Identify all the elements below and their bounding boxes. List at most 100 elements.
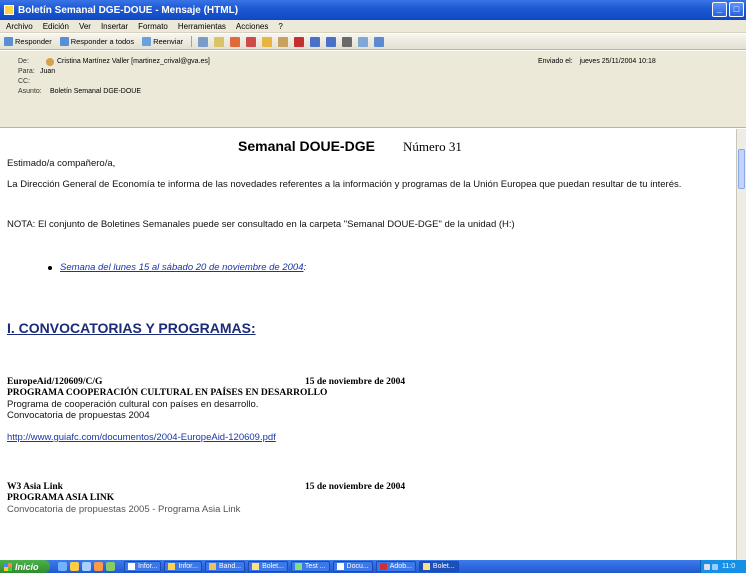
taskbar-item[interactable]: Test ...: [290, 561, 330, 572]
task-label: Bolet...: [432, 563, 455, 570]
subject-row: Asunto: Boletín Semanal DGE-DOUE: [18, 88, 141, 95]
forward-icon: [142, 37, 152, 46]
maximize-button[interactable]: □: [729, 2, 744, 17]
menu-formato[interactable]: Formato: [138, 22, 168, 31]
item1-date: 15 de noviembre de 2004: [305, 377, 406, 387]
task-label: Band...: [218, 563, 242, 570]
move-folder-icon[interactable]: [214, 36, 225, 47]
menu-acciones[interactable]: Acciones: [236, 22, 268, 31]
media-icon[interactable]: [94, 562, 103, 571]
task-label: Infor...: [138, 563, 158, 570]
subject-label: Asunto:: [18, 88, 42, 95]
inbox-icon: [208, 563, 216, 570]
task-label: Docu...: [346, 563, 369, 570]
item1-link[interactable]: http://www.guiafc.com/documentos/2004-Eu…: [7, 432, 276, 443]
week-link[interactable]: Semana del lunes 15 al sábado 20 de novi…: [60, 262, 303, 273]
forward-label: Reenviar: [153, 37, 184, 46]
categories-icon[interactable]: [262, 36, 273, 47]
week-colon: :: [303, 262, 307, 273]
item1-desc: Programa de cooperación cultural con paí…: [7, 399, 259, 410]
item1-title: PROGRAMA COOPERACIÓN CULTURAL EN PAÍSES …: [7, 388, 328, 398]
menu-herramientas[interactable]: Herramientas: [178, 22, 226, 31]
from-value[interactable]: Cristina Martínez Valler [martinez_criva…: [57, 58, 210, 66]
task-label: Adob...: [389, 563, 412, 570]
test-icon: [294, 563, 302, 570]
menu-edicion[interactable]: Edición: [43, 22, 69, 31]
flag-icon[interactable]: [246, 36, 257, 47]
menu-help[interactable]: ?: [278, 22, 282, 31]
sent-info: Enviado el: jueves 25/11/2004 10:18: [538, 58, 656, 65]
taskbar: Inicio Infor... Infor... Band... Bolet..…: [0, 560, 746, 573]
vertical-scrollbar[interactable]: [736, 129, 746, 560]
item1-ref: EuropeAid/120609/C/G: [7, 377, 103, 387]
reply-label: Responder: [15, 37, 52, 46]
taskbar-item[interactable]: Infor...: [124, 561, 162, 572]
taskbar-item-active[interactable]: Bolet...: [418, 561, 459, 572]
print-icon[interactable]: [198, 36, 209, 47]
help-icon[interactable]: [374, 36, 385, 47]
previous-item-icon[interactable]: [310, 36, 321, 47]
reply-all-icon: [59, 37, 69, 46]
message-body[interactable]: Semanal DOUE-DGE Número 31 Estimado/a co…: [0, 129, 736, 560]
item2-ref: W3 Asia Link: [7, 482, 63, 492]
message-header: De: Cristina Martínez Valler [martinez_c…: [0, 51, 746, 128]
item2-title: PROGRAMA ASIA LINK: [7, 493, 115, 503]
reply-all-button[interactable]: Responder a todos: [59, 37, 134, 46]
from-row: De: Cristina Martínez Valler [martinez_c…: [18, 58, 210, 66]
find-contact-icon[interactable]: [278, 36, 289, 47]
next-item-icon[interactable]: [326, 36, 337, 47]
forward-button[interactable]: Reenviar: [142, 37, 183, 46]
system-tray: 11:0: [700, 560, 746, 573]
outlook-icon[interactable]: [82, 562, 91, 571]
tray-volume-icon[interactable]: [712, 563, 718, 570]
font-size-icon[interactable]: [342, 36, 353, 47]
section-heading: I. CONVOCATORIAS Y PROGRAMAS:: [7, 320, 256, 336]
show-desktop-icon[interactable]: [58, 562, 67, 571]
window-title: Boletín Semanal DGE-DOUE - Mensaje (HTML…: [18, 4, 239, 16]
window-titlebar[interactable]: Boletín Semanal DGE-DOUE - Mensaje (HTML…: [0, 0, 746, 20]
sent-value: jueves 25/11/2004 10:18: [579, 58, 656, 65]
start-button[interactable]: Inicio: [0, 560, 50, 573]
app-icon[interactable]: [106, 562, 115, 571]
menu-ver[interactable]: Ver: [79, 22, 91, 31]
message-icon: [422, 563, 430, 570]
tray-network-icon[interactable]: [704, 563, 710, 570]
contact-icon: [46, 58, 54, 66]
sent-label: Enviado el:: [538, 58, 573, 65]
taskbar-item[interactable]: Bolet...: [248, 561, 288, 572]
item2-date: 15 de noviembre de 2004: [305, 482, 406, 492]
follow-up-flag-icon[interactable]: [230, 36, 241, 47]
scrollbar-thumb[interactable]: [738, 149, 745, 189]
start-label: Inicio: [15, 561, 39, 572]
menu-archivo[interactable]: Archivo: [6, 22, 33, 31]
task-label: Bolet...: [262, 563, 284, 570]
taskbar-item[interactable]: Docu...: [332, 561, 373, 572]
from-label: De:: [18, 58, 29, 65]
message-icon: [252, 563, 260, 570]
document-icon: [336, 563, 344, 570]
menu-insertar[interactable]: Insertar: [101, 22, 128, 31]
delete-icon[interactable]: [294, 36, 305, 47]
week-item: Semana del lunes 15 al sábado 20 de novi…: [60, 262, 306, 273]
reply-icon: [4, 37, 13, 46]
newsletter-heading: Semanal DOUE-DGE: [238, 138, 375, 154]
ie-icon[interactable]: [70, 562, 79, 571]
options-icon[interactable]: [358, 36, 369, 47]
folder-icon: [168, 563, 176, 570]
to-value[interactable]: Juan: [40, 68, 55, 75]
reply-button[interactable]: Responder: [4, 37, 52, 46]
item2-desc: Convocatoria de propuestas 2005 - Progra…: [7, 504, 241, 515]
greeting: Estimado/a compañero/a,: [7, 158, 116, 169]
intro-paragraph: La Dirección General de Economía te info…: [7, 179, 682, 190]
taskbar-item[interactable]: Band...: [204, 561, 246, 572]
taskbar-item[interactable]: Infor...: [164, 561, 202, 572]
subject-value: Boletín Semanal DGE-DOUE: [50, 88, 142, 95]
cc-row: CC:: [18, 78, 40, 85]
item1-desc2: Convocatoria de propuestas 2004: [7, 410, 150, 421]
windows-logo-icon: [4, 562, 12, 571]
minimize-button[interactable]: _: [712, 2, 727, 17]
bullet-icon: [48, 266, 52, 270]
task-label: Infor...: [178, 563, 198, 570]
clock: 11:0: [722, 563, 736, 570]
taskbar-item[interactable]: Adob...: [375, 561, 416, 572]
